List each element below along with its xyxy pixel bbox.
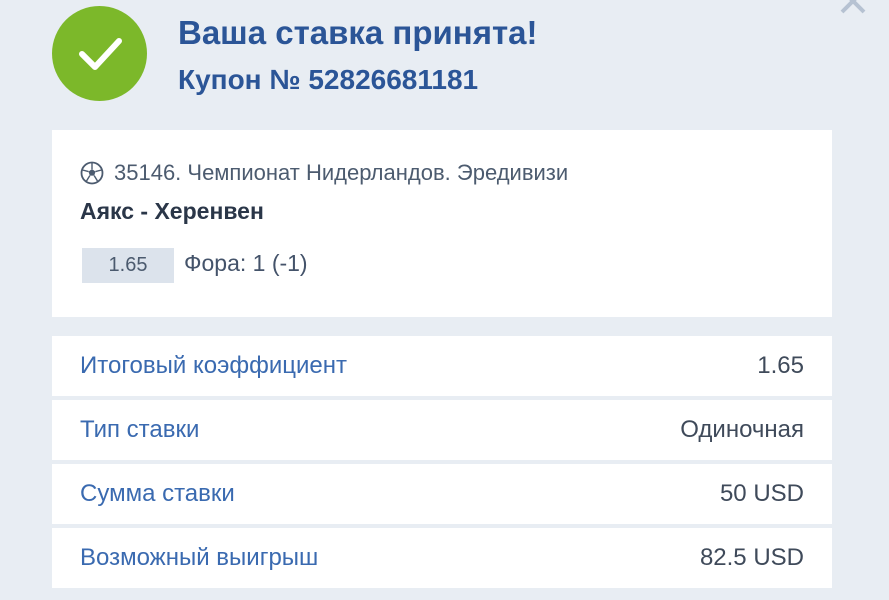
summary-row-possible-win: Возможный выигрыш 82.5 USD: [52, 528, 832, 588]
summary-label: Сумма ставки: [80, 480, 235, 507]
bet-card: 35146. Чемпионат Нидерландов. Эредивизи …: [52, 130, 832, 317]
check-circle-icon: [52, 6, 147, 101]
summary-row-stake: Сумма ставки 50 USD: [52, 464, 832, 524]
page-title: Ваша ставка принята!: [178, 14, 538, 51]
summary-label: Возможный выигрыш: [80, 544, 319, 571]
summary-value: 1.65: [757, 352, 804, 379]
bet-outcome: Фора: 1 (-1): [184, 250, 308, 276]
confirmation-header: Ваша ставка принята! Купон № 52826681181: [52, 6, 832, 102]
bet-summary: Итоговый коэффициент 1.65 Тип ставки Оди…: [52, 336, 832, 592]
event-line: 35146. Чемпионат Нидерландов. Эредивизи: [80, 160, 568, 186]
summary-row-bet-type: Тип ставки Одиночная: [52, 400, 832, 460]
coupon-number: Купон № 52826681181: [178, 64, 479, 95]
close-icon[interactable]: [838, 0, 868, 16]
summary-label: Тип ставки: [80, 416, 200, 443]
event-name: 35146. Чемпионат Нидерландов. Эредивизи: [114, 160, 569, 185]
match-name: Аякс - Херенвен: [80, 198, 264, 224]
summary-value: 82.5 USD: [699, 544, 804, 571]
summary-row-total-odds: Итоговый коэффициент 1.65: [52, 336, 832, 396]
summary-value: Одиночная: [680, 416, 804, 443]
summary-label: Итоговый коэффициент: [80, 352, 347, 379]
soccer-ball-icon: [80, 161, 104, 185]
odd-badge: 1.65: [82, 248, 174, 283]
summary-value: 50 USD: [719, 480, 804, 507]
